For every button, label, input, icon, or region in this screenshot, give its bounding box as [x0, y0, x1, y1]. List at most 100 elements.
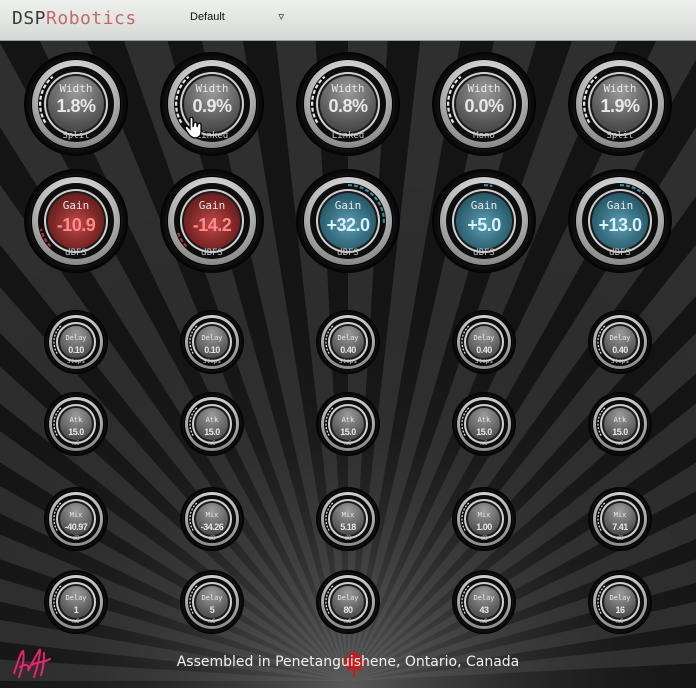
gain-knob[interactable]: Gain +5.0 dBFS: [432, 169, 536, 273]
knob-text: +5.0: [432, 215, 536, 236]
atk-knob[interactable]: Atk 15.0 mS: [44, 392, 108, 456]
knob-text: dBFS: [160, 240, 264, 259]
footer-credit: Assembled in Penetanguishene, Ontario, C…: [176, 654, 520, 670]
knob-label: Width: [195, 81, 229, 95]
knob-text: Steps: [452, 348, 516, 367]
knob-unit: dBFS: [201, 247, 223, 258]
knob-label: Gain: [198, 198, 226, 212]
knob-text: dB: [180, 525, 244, 544]
knob-text: Split: [24, 123, 128, 142]
knob-unit: Steps: [66, 358, 86, 365]
gain-knob[interactable]: Gain +13.0 dBFS: [568, 169, 672, 273]
knob-value: 0.8%: [328, 96, 368, 116]
knob-value: 0.0%: [464, 96, 504, 116]
knob-value: -10.9: [56, 215, 96, 235]
knob-label: Width: [603, 81, 637, 95]
knob-unit: dB: [480, 535, 488, 542]
delay-knob[interactable]: Delay 0.10 Steps: [180, 310, 244, 374]
knob-text: dBFS: [432, 240, 536, 259]
preset-dropdown[interactable]: Default ▿: [190, 11, 290, 29]
atk-knob[interactable]: Atk 15.0 mS: [452, 392, 516, 456]
knob-unit: mS: [344, 440, 352, 447]
knob-text: Width: [160, 77, 264, 96]
knob-unit: dB: [72, 535, 80, 542]
gain-knob[interactable]: Gain -10.9 dBFS: [24, 169, 128, 273]
knob-unit: Steps: [474, 358, 494, 365]
knob-text: Split: [568, 123, 672, 142]
knob-unit: dBFS: [609, 247, 631, 258]
knob-text: dBFS: [568, 240, 672, 259]
delay-knob[interactable]: Delay 5 mS: [180, 570, 244, 634]
delay-knob[interactable]: Delay 1 mS: [44, 570, 108, 634]
knob-text: 1.9%: [568, 96, 672, 117]
delay-knob[interactable]: Delay 43 mS: [452, 570, 516, 634]
knob-text: 0.8%: [296, 96, 400, 117]
knob-unit: Split: [606, 130, 634, 141]
knob-unit: Steps: [338, 358, 358, 365]
knob-text: Linked: [160, 123, 264, 142]
atk-knob[interactable]: Atk 15.0 mS: [588, 392, 652, 456]
knob-text: mS: [44, 430, 108, 449]
delay-knob[interactable]: Delay 0.40 Steps: [452, 310, 516, 374]
knob-text: +32.0: [296, 215, 400, 236]
width-knob[interactable]: Width 1.8% Split: [24, 52, 128, 156]
knob-unit: Linked: [331, 130, 365, 141]
mix-knob[interactable]: Mix -34.26 dB: [180, 487, 244, 551]
knob-unit: mS: [616, 618, 624, 625]
dropdown-arrow-icon: ▿: [278, 11, 284, 23]
knob-text: Linked: [296, 123, 400, 142]
knob-label: Gain: [470, 198, 498, 212]
knob-text: mS: [452, 430, 516, 449]
knob-text: Width: [24, 77, 128, 96]
mix-knob[interactable]: Mix 7.41 dB: [588, 487, 652, 551]
atk-knob[interactable]: Atk 15.0 mS: [180, 392, 244, 456]
gain-knob[interactable]: Gain -14.2 dBFS: [160, 169, 264, 273]
delay-knob[interactable]: Delay 0.40 Steps: [316, 310, 380, 374]
knob-text: Steps: [316, 348, 380, 367]
brand-text-dsp: DSP: [12, 8, 47, 29]
knob-text: 1.8%: [24, 96, 128, 117]
knob-text: Width: [568, 77, 672, 96]
knob-text: -10.9: [24, 215, 128, 236]
delay-knob[interactable]: Delay 0.40 Steps: [588, 310, 652, 374]
delay-knob[interactable]: Delay 0.10 Steps: [44, 310, 108, 374]
mix-knob[interactable]: Mix 1.00 dB: [452, 487, 516, 551]
title-bar: DSPRobotics Default ▿: [0, 0, 696, 41]
brand-logo: DSPRobotics: [12, 8, 137, 29]
knob-text: 0.9%: [160, 96, 264, 117]
knob-text: mS: [588, 608, 652, 627]
knob-text: Mono: [432, 123, 536, 142]
knob-level-arc: [619, 184, 645, 195]
knob-unit: dBFS: [473, 247, 495, 258]
knob-text: Width: [432, 77, 536, 96]
knob-label: Gain: [334, 198, 362, 212]
knob-unit: dBFS: [65, 247, 87, 258]
delay-knob[interactable]: Delay 16 mS: [588, 570, 652, 634]
width-knob[interactable]: Width 0.0% Mono: [432, 52, 536, 156]
mix-knob[interactable]: Mix -40.97 dB: [44, 487, 108, 551]
gain-knob[interactable]: Gain +32.0 dBFS: [296, 169, 400, 273]
width-knob[interactable]: Width 1.9% Split: [568, 52, 672, 156]
knob-text: +13.0: [568, 215, 672, 236]
knob-text: dB: [588, 525, 652, 544]
knob-unit: dBFS: [337, 247, 359, 258]
width-knob[interactable]: Width 0.8% Linked: [296, 52, 400, 156]
knob-unit: mS: [208, 618, 216, 625]
knob-text: mS: [316, 430, 380, 449]
knob-label: Gain: [606, 198, 634, 212]
hand-cursor-icon: [184, 116, 202, 139]
knob-unit: mS: [480, 440, 488, 447]
knob-text: dBFS: [296, 240, 400, 259]
mix-knob[interactable]: Mix 5.18 dB: [316, 487, 380, 551]
knob-label: Width: [59, 81, 93, 95]
knob-unit: mS: [344, 618, 352, 625]
knob-unit: dB: [344, 535, 352, 542]
knob-text: Steps: [588, 348, 652, 367]
brand-text-robotics: Robotics: [46, 8, 137, 29]
preset-value: Default: [190, 11, 225, 23]
knob-unit: Steps: [610, 358, 630, 365]
atk-knob[interactable]: Atk 15.0 mS: [316, 392, 380, 456]
width-knob[interactable]: Width 0.9% Linked: [160, 52, 264, 156]
delay-knob[interactable]: Delay 80 mS: [316, 570, 380, 634]
knob-text: Steps: [180, 348, 244, 367]
